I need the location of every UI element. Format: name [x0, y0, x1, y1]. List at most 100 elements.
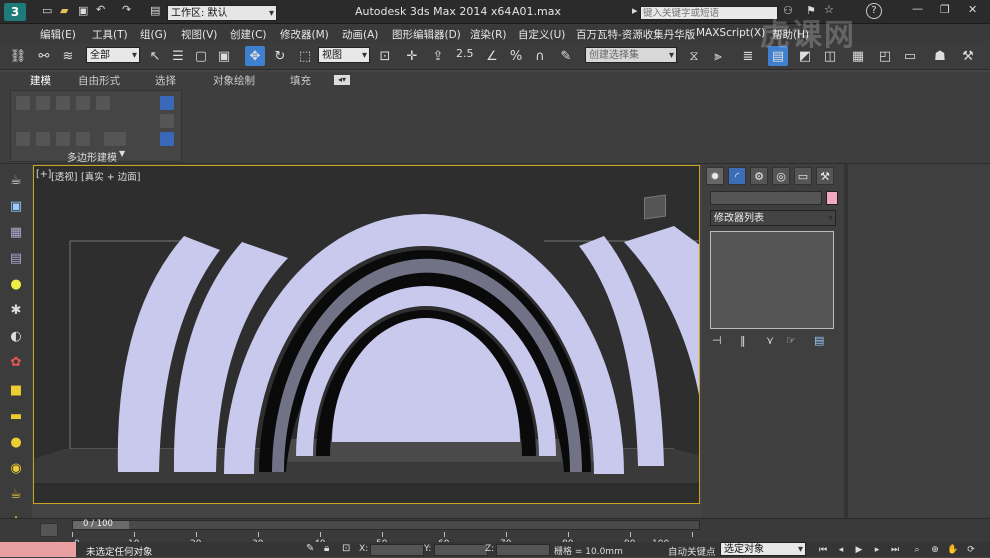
menu-help[interactable]: 帮助(H)	[772, 27, 809, 42]
rect-selection-icon[interactable]: ▢	[191, 46, 211, 66]
modify-tab-icon[interactable]: ◜	[728, 167, 746, 185]
y-coordinate-field[interactable]	[434, 544, 488, 556]
select-by-name-icon[interactable]: ☰	[168, 46, 188, 66]
link-icon[interactable]: ⛓	[8, 46, 28, 66]
undo-icon[interactable]: ↶	[96, 3, 105, 16]
orbit-icon[interactable]: ⟳	[964, 544, 978, 556]
spinner-snap-icon[interactable]: ∩	[530, 46, 550, 66]
favorites-icon[interactable]: ☆	[824, 3, 834, 16]
menu-maxscript[interactable]: MAXScript(X)	[696, 27, 765, 39]
play-icon[interactable]: ▶	[852, 544, 866, 556]
ribbon-side-1-icon[interactable]	[159, 95, 175, 111]
perspective-viewport[interactable]: [+] [透视] [真实 + 边面]	[33, 165, 700, 504]
keyboard-shortcut-icon[interactable]: ⇪	[428, 46, 448, 66]
curve-editor-icon[interactable]: ◩	[795, 46, 815, 66]
menu-views[interactable]: 视图(V)	[181, 27, 217, 42]
ribbon-tool-1-icon[interactable]	[15, 131, 31, 147]
selection-filter-dropdown[interactable]: 全部	[86, 47, 140, 63]
utilities-tab-icon[interactable]: ⚒	[816, 167, 834, 185]
open-file-icon[interactable]: ▰	[60, 4, 68, 17]
render-setup-icon[interactable]: ◰	[875, 46, 895, 66]
angle-snap-icon[interactable]: ∠	[482, 46, 502, 66]
percent-snap-icon[interactable]: %	[506, 46, 526, 66]
table-icon[interactable]: ▤	[6, 248, 26, 268]
select-rotate-icon[interactable]: ↻	[270, 46, 290, 66]
tab-selection[interactable]: 选择	[155, 73, 176, 88]
show-end-result-icon[interactable]: ‖	[740, 334, 746, 347]
select-manipulate-icon[interactable]: ✛	[402, 46, 422, 66]
render-production-icon[interactable]: ☗	[930, 46, 950, 66]
pan-icon[interactable]: ✋	[946, 544, 960, 556]
save-icon[interactable]: ▣	[78, 4, 88, 17]
menu-graph-editors[interactable]: 图形编辑器(D)	[392, 27, 461, 42]
snap-toggle-value[interactable]: 2.5	[456, 47, 474, 60]
z-coordinate-field[interactable]	[496, 544, 550, 556]
plane-prim-icon[interactable]: ▬	[6, 406, 26, 426]
ribbon-element-icon[interactable]	[95, 95, 111, 111]
menu-group[interactable]: 组(G)	[140, 27, 167, 42]
maxscript-listener-mini[interactable]	[0, 542, 76, 557]
sphere-prim-icon[interactable]: ●	[6, 432, 26, 452]
pivot-center-icon[interactable]: ⊡	[375, 46, 395, 66]
communication-center-icon[interactable]: ⚑	[806, 4, 816, 17]
redo-icon[interactable]: ↷	[122, 3, 131, 16]
set-key-filter-dropdown[interactable]: 选定对象	[720, 542, 806, 556]
ribbon-tool-2-icon[interactable]	[35, 131, 51, 147]
tab-modeling[interactable]: 建模	[30, 73, 51, 88]
go-to-end-icon[interactable]: ⏭	[888, 544, 902, 556]
remove-modifier-icon[interactable]: ☞	[786, 334, 796, 347]
ribbon-polygon-icon[interactable]	[75, 95, 91, 111]
menu-plugin[interactable]: 百万瓦特-资源收集丹华版	[576, 27, 695, 42]
ribbon-tool-5-icon[interactable]	[103, 131, 127, 147]
previous-frame-icon[interactable]: ◂	[834, 544, 848, 556]
render-iterative-icon[interactable]: ⚒	[958, 46, 978, 66]
tab-object-paint[interactable]: 对象绘制	[213, 73, 255, 88]
graphite-ribbon-icon[interactable]: ▤	[768, 46, 788, 66]
object-color-swatch[interactable]	[826, 191, 838, 205]
align-icon[interactable]: ⫸	[708, 46, 728, 66]
select-move-icon[interactable]: ✥	[245, 46, 265, 66]
search-input[interactable]	[640, 6, 778, 20]
ribbon-edge-icon[interactable]	[35, 95, 51, 111]
create-tab-icon[interactable]: ✹	[706, 167, 724, 185]
next-frame-icon[interactable]: ▸	[870, 544, 884, 556]
menu-modifiers[interactable]: 修改器(M)	[280, 27, 329, 42]
menu-create[interactable]: 创建(C)	[230, 27, 267, 42]
layer-manager-icon[interactable]: ≣	[738, 46, 758, 66]
menu-animation[interactable]: 动画(A)	[342, 27, 378, 42]
new-file-icon[interactable]: ▭	[42, 4, 52, 17]
select-scale-icon[interactable]: ⬚	[295, 46, 315, 66]
lock-selection-icon[interactable]: 🔒︎	[324, 543, 329, 554]
hierarchy-tab-icon[interactable]: ⚙	[750, 167, 768, 185]
configure-sets-icon[interactable]: ▤	[814, 334, 824, 347]
binoculars-icon[interactable]: ⚇	[783, 4, 793, 17]
named-selection-dropdown[interactable]: 创建选择集	[585, 47, 677, 63]
workspace-dropdown[interactable]: 工作区: 默认	[167, 5, 277, 21]
mirror-icon[interactable]: ⧖	[684, 46, 704, 66]
ribbon-tool-4-icon[interactable]	[75, 131, 91, 147]
app-logo[interactable]: 3	[4, 3, 26, 21]
bind-spacewarp-icon[interactable]: ≋	[58, 46, 78, 66]
time-slider-thumb[interactable]: 0 / 100	[73, 519, 129, 529]
render-frame-icon[interactable]: ▣	[6, 196, 26, 216]
ribbon-border-icon[interactable]	[55, 95, 71, 111]
tube-prim-icon[interactable]: ◉	[6, 458, 26, 478]
isolate-icon[interactable]: ✎	[306, 543, 314, 554]
modifier-list-dropdown[interactable]: 修改器列表	[710, 210, 836, 226]
x-coordinate-field[interactable]	[370, 544, 424, 556]
mini-curve-editor-icon[interactable]	[40, 523, 58, 537]
chevron-down-icon[interactable]: ▼	[119, 149, 125, 158]
select-object-icon[interactable]: ↖	[145, 46, 165, 66]
edit-named-selection-icon[interactable]: ✎	[556, 46, 576, 66]
menu-tools[interactable]: 工具(T)	[92, 27, 128, 42]
object-name-field[interactable]	[710, 191, 822, 205]
menu-edit[interactable]: 编辑(E)	[40, 27, 76, 42]
ribbon-panel-label[interactable]: 多边形建模	[67, 149, 117, 164]
minimize-icon[interactable]: —	[912, 2, 923, 15]
ribbon-side-3-icon[interactable]	[159, 131, 175, 147]
close-icon[interactable]: ✕	[968, 3, 977, 16]
teapot-prim-icon[interactable]: ☕	[6, 484, 26, 504]
pin-stack-icon[interactable]: ⊣	[712, 334, 722, 347]
ribbon-vertex-icon[interactable]	[15, 95, 31, 111]
helper-icon[interactable]: ✱	[6, 300, 26, 320]
